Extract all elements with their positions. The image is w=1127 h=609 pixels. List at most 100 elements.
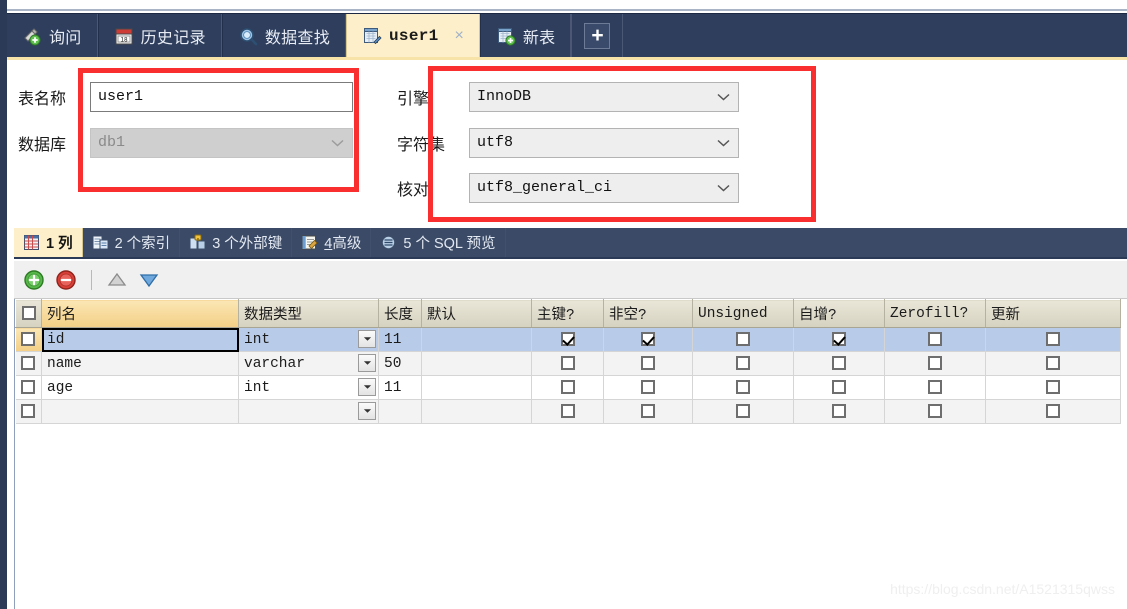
- engine-select[interactable]: InnoDB: [469, 82, 739, 112]
- cell-flag-zerofill[interactable]: [884, 351, 986, 376]
- cell-default[interactable]: [421, 327, 532, 352]
- checkbox-unsigned[interactable]: [736, 403, 750, 418]
- cell-flag-update[interactable]: [985, 399, 1121, 424]
- row-select-cell[interactable]: [15, 399, 42, 424]
- checkbox-update[interactable]: [1046, 403, 1060, 418]
- checkbox-pk[interactable]: [560, 355, 575, 370]
- cell-data-type[interactable]: int: [238, 327, 379, 352]
- cell-default[interactable]: [421, 399, 532, 424]
- checkbox-autoinc[interactable]: [832, 355, 846, 370]
- checkbox-pk[interactable]: [560, 379, 575, 394]
- cell-flag-notnull[interactable]: [603, 327, 693, 352]
- cell-flag-notnull[interactable]: [603, 375, 693, 400]
- checkbox-unsigned[interactable]: [736, 379, 750, 394]
- cell-column-name[interactable]: id: [41, 327, 239, 352]
- cell-length[interactable]: 50: [378, 351, 422, 376]
- charset-select[interactable]: utf8: [469, 128, 739, 158]
- data-type-dropdown-button[interactable]: [358, 354, 376, 372]
- cell-flag-zerofill[interactable]: [884, 375, 986, 400]
- cell-column-name[interactable]: name: [41, 351, 239, 376]
- plus-circle-green-icon[interactable]: [23, 269, 45, 291]
- close-icon[interactable]: ×: [455, 27, 464, 45]
- cell-default[interactable]: [421, 351, 532, 376]
- column-header-3[interactable]: 默认: [421, 299, 532, 328]
- cell-flag-autoinc[interactable]: [793, 327, 885, 352]
- cell-flag-unsigned[interactable]: [692, 375, 794, 400]
- column-header-9[interactable]: 更新: [985, 299, 1121, 328]
- checkbox-update[interactable]: [1046, 331, 1060, 346]
- inner-tab-indexes[interactable]: 2 个索引: [83, 228, 181, 257]
- cell-length[interactable]: 11: [378, 375, 422, 400]
- triangle-up-icon[interactable]: [106, 269, 128, 291]
- checkbox-autoinc[interactable]: [832, 331, 846, 346]
- select-all-header[interactable]: [15, 299, 42, 328]
- inner-tab-columns[interactable]: 1 列: [14, 228, 83, 257]
- cell-flag-autoinc[interactable]: [793, 375, 885, 400]
- data-type-dropdown-button[interactable]: [358, 330, 376, 348]
- cell-flag-update[interactable]: [985, 327, 1121, 352]
- cell-flag-zerofill[interactable]: [884, 399, 986, 424]
- cell-flag-notnull[interactable]: [603, 399, 693, 424]
- triangle-down-icon[interactable]: [138, 269, 160, 291]
- checkbox-autoinc[interactable]: [832, 403, 846, 418]
- column-header-4[interactable]: 主键?: [531, 299, 604, 328]
- inner-tab-sql-preview[interactable]: 5 个 SQL 预览: [371, 228, 506, 257]
- column-header-2[interactable]: 长度: [378, 299, 422, 328]
- cell-flag-pk[interactable]: [531, 375, 604, 400]
- checkbox-update[interactable]: [1046, 379, 1060, 394]
- cell-flag-update[interactable]: [985, 351, 1121, 376]
- checkbox-autoinc[interactable]: [832, 379, 846, 394]
- cell-flag-pk[interactable]: [531, 351, 604, 376]
- cell-flag-notnull[interactable]: [603, 351, 693, 376]
- cell-column-name[interactable]: age: [41, 375, 239, 400]
- tab-data-search[interactable]: 数据查找: [221, 14, 347, 57]
- checkbox-notnull[interactable]: [641, 403, 655, 418]
- checkbox-update[interactable]: [1046, 355, 1060, 370]
- checkbox-pk[interactable]: [560, 403, 575, 418]
- checkbox-zerofill[interactable]: [928, 355, 942, 370]
- row-select-checkbox[interactable]: [21, 331, 36, 346]
- inner-tab-advanced[interactable]: 4高级: [292, 228, 372, 257]
- table-row[interactable]: name varchar 50: [15, 351, 1121, 376]
- cell-flag-unsigned[interactable]: [692, 399, 794, 424]
- row-select-cell[interactable]: [15, 327, 42, 352]
- tab-user1[interactable]: user1 ×: [346, 14, 480, 57]
- checkbox-notnull[interactable]: [641, 379, 655, 394]
- row-select-cell[interactable]: [15, 351, 42, 376]
- column-header-8[interactable]: Zerofill?: [884, 299, 986, 328]
- column-header-7[interactable]: 自增?: [793, 299, 885, 328]
- table-name-input[interactable]: user1: [90, 82, 353, 112]
- cell-data-type[interactable]: int: [238, 375, 379, 400]
- checkbox-notnull[interactable]: [641, 331, 655, 346]
- cell-length[interactable]: [378, 399, 422, 424]
- checkbox-pk[interactable]: [560, 331, 575, 346]
- row-select-checkbox[interactable]: [21, 403, 36, 418]
- checkbox-zerofill[interactable]: [928, 403, 942, 418]
- column-header-6[interactable]: Unsigned: [692, 299, 794, 328]
- cell-flag-pk[interactable]: [531, 327, 604, 352]
- row-select-cell[interactable]: [15, 375, 42, 400]
- checkbox-unsigned[interactable]: [736, 355, 750, 370]
- cell-flag-unsigned[interactable]: [692, 351, 794, 376]
- checkbox-unsigned[interactable]: [736, 331, 750, 346]
- table-row[interactable]: age int 11: [15, 375, 1121, 400]
- checkbox-zerofill[interactable]: [928, 331, 942, 346]
- table-row[interactable]: [15, 399, 1121, 424]
- inner-tab-foreign-keys[interactable]: 3 个外部键: [180, 228, 293, 257]
- column-header-0[interactable]: 列名: [41, 299, 239, 328]
- new-tab-button[interactable]: +: [571, 14, 624, 57]
- column-header-5[interactable]: 非空?: [603, 299, 693, 328]
- row-select-checkbox[interactable]: [21, 379, 36, 394]
- cell-flag-autoinc[interactable]: [793, 351, 885, 376]
- data-type-dropdown-button[interactable]: [358, 378, 376, 396]
- cell-data-type[interactable]: varchar: [238, 351, 379, 376]
- checkbox-notnull[interactable]: [641, 355, 655, 370]
- minus-circle-red-icon[interactable]: [55, 269, 77, 291]
- cell-flag-pk[interactable]: [531, 399, 604, 424]
- data-type-dropdown-button[interactable]: [358, 402, 376, 420]
- cell-flag-unsigned[interactable]: [692, 327, 794, 352]
- tab-history[interactable]: 18 历史记录: [97, 14, 222, 57]
- cell-flag-zerofill[interactable]: [884, 327, 986, 352]
- cell-column-name[interactable]: [41, 399, 239, 424]
- tab-new-table[interactable]: 新表: [479, 14, 572, 57]
